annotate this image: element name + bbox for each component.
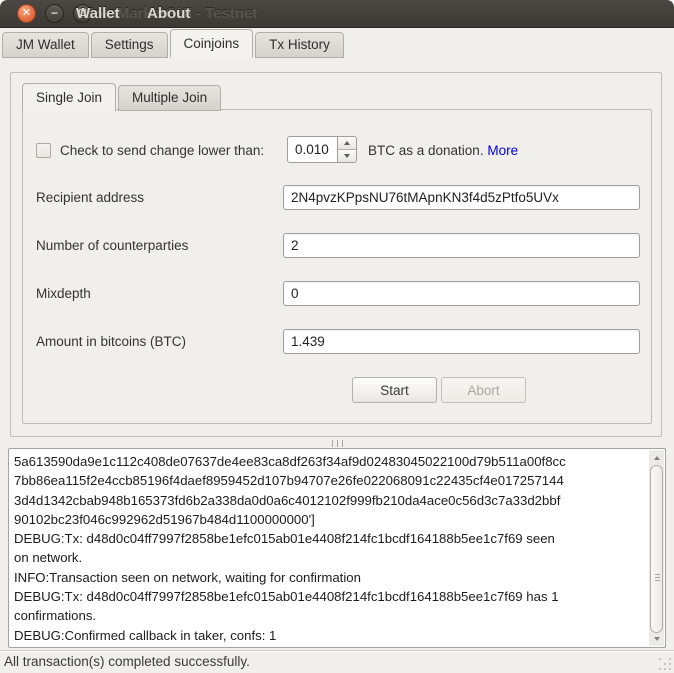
- scroll-down-button[interactable]: [649, 632, 664, 645]
- spinner-buttons: [337, 137, 356, 162]
- donation-amount-spinbox: [287, 136, 357, 163]
- tab-coinjoins[interactable]: Coinjoins: [170, 29, 254, 58]
- arrow-down-icon: [344, 154, 350, 158]
- mixdepth-field[interactable]: [283, 281, 640, 306]
- tab-multiple-join[interactable]: Multiple Join: [118, 85, 221, 111]
- spin-up-button[interactable]: [338, 137, 356, 150]
- donation-suffix-label: BTC as a donation.: [368, 143, 487, 158]
- grip-icon: [655, 574, 660, 581]
- mixdepth-label: Mixdepth: [36, 286, 91, 301]
- resize-grip[interactable]: [658, 657, 671, 670]
- splitter-handle[interactable]: [0, 439, 674, 447]
- recipient-address-field[interactable]: [283, 185, 640, 210]
- amount-btc-label: Amount in bitcoins (BTC): [36, 334, 186, 349]
- app-window: ✕ − JoinMarketGUI - Testnet Wallet About…: [0, 0, 674, 673]
- close-button[interactable]: ✕: [17, 4, 36, 23]
- titlebar[interactable]: ✕ − JoinMarketGUI - Testnet Wallet About: [0, 0, 674, 28]
- donation-checkbox[interactable]: [36, 143, 51, 158]
- log-line: DEBUG:Tx: d48d0c04ff7997f2858be1efc015ab…: [14, 587, 645, 606]
- log-line: 5a613590da9e1c112c408de07637de4ee83ca8df…: [14, 452, 645, 471]
- recipient-address-label: Recipient address: [36, 190, 144, 205]
- start-button[interactable]: Start: [352, 377, 437, 403]
- log-line: DEBUG:Confirmed callback in taker, confs…: [14, 626, 645, 645]
- log-line: DEBUG:Tx: d48d0c04ff7997f2858be1efc015ab…: [14, 529, 645, 548]
- log-line: on network.: [14, 548, 645, 567]
- log-scrollbar[interactable]: [649, 450, 664, 646]
- spin-down-button[interactable]: [338, 150, 356, 162]
- counterparties-field[interactable]: [283, 233, 640, 258]
- status-bar: All transaction(s) completed successfull…: [0, 650, 674, 673]
- log-line: confirmations.: [14, 606, 645, 625]
- scrollbar-thumb[interactable]: [650, 465, 663, 633]
- tab-jm-wallet[interactable]: JM Wallet: [2, 32, 89, 58]
- main-tab-bar: JM Wallet Settings Coinjoins Tx History: [2, 30, 346, 58]
- minimize-icon: −: [51, 7, 58, 19]
- amount-btc-field[interactable]: [283, 329, 640, 354]
- donation-amount-input[interactable]: [288, 137, 337, 162]
- log-line: 7bb86ea115f2e4ccb85196f4daef8959452d107b…: [14, 471, 645, 490]
- tab-settings[interactable]: Settings: [91, 32, 168, 58]
- close-icon: ✕: [22, 8, 31, 19]
- scroll-up-button[interactable]: [649, 451, 664, 464]
- arrow-up-icon: [654, 456, 660, 460]
- log-output[interactable]: 5a613590da9e1c112c408de07637de4ee83ca8df…: [8, 448, 666, 648]
- tab-single-join[interactable]: Single Join: [22, 83, 116, 112]
- donation-suffix-text: BTC as a donation. More: [368, 143, 518, 158]
- join-tab-bar: Single Join Multiple Join: [22, 83, 223, 111]
- log-line: INFO:Transaction seen on network, waitin…: [14, 568, 645, 587]
- menubar-item-wallet[interactable]: Wallet: [76, 0, 120, 28]
- more-link[interactable]: More: [487, 143, 518, 158]
- log-text: 5a613590da9e1c112c408de07637de4ee83ca8df…: [14, 452, 645, 645]
- log-line: 3d4d1342cbab948b165373fd6b2a338da0d0a6c4…: [14, 491, 645, 510]
- donation-checkbox-label: Check to send change lower than:: [60, 143, 264, 158]
- status-text: All transaction(s) completed successfull…: [4, 654, 250, 669]
- abort-button[interactable]: Abort: [441, 377, 526, 403]
- tab-tx-history[interactable]: Tx History: [255, 32, 344, 58]
- arrow-down-icon: [654, 637, 660, 641]
- counterparties-label: Number of counterparties: [36, 238, 188, 253]
- log-line: 90102bc23f046c992962d51967b484d110000000…: [14, 510, 645, 529]
- minimize-button[interactable]: −: [45, 4, 64, 23]
- menubar-item-about[interactable]: About: [147, 0, 190, 28]
- arrow-up-icon: [344, 141, 350, 145]
